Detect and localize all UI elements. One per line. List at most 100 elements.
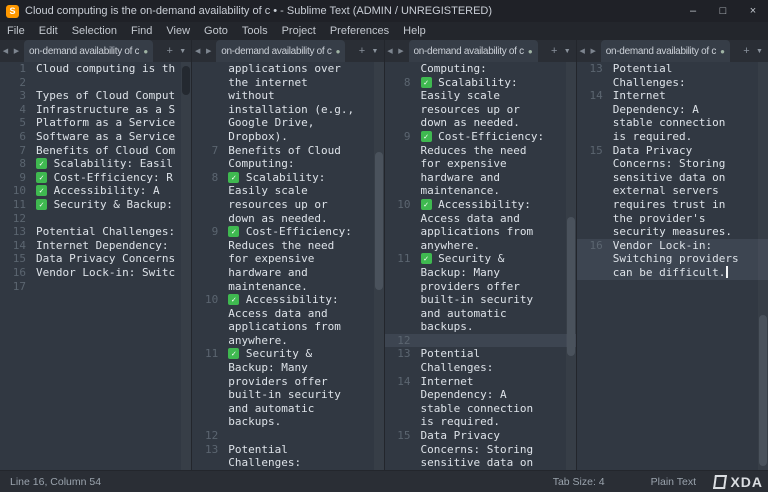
new-tab-button[interactable]: + [548, 45, 561, 57]
code-line[interactable]: Challenges: [192, 456, 383, 470]
code-line[interactable]: 13Potential [385, 347, 576, 361]
code-line[interactable]: security measures. [577, 225, 768, 239]
code-line[interactable]: sensitive data on [577, 171, 768, 185]
code-line[interactable]: 12 [0, 212, 191, 226]
code-line[interactable]: stable connection [577, 116, 768, 130]
code-line[interactable]: 12 [385, 334, 576, 348]
code-line[interactable]: Concerns: Storing [577, 157, 768, 171]
code-line[interactable]: 8✓ Scalability: [192, 171, 383, 185]
code-line[interactable]: 8✓ Scalability: [385, 76, 576, 90]
new-tab-button[interactable]: + [356, 45, 369, 57]
code-line[interactable]: 17 [0, 280, 191, 294]
code-line[interactable]: 9✓ Cost-Efficiency: R [0, 171, 191, 185]
code-line[interactable]: Google Drive, [192, 116, 383, 130]
code-line[interactable]: 7Benefits of Cloud Com [0, 144, 191, 158]
menu-view[interactable]: View [159, 22, 197, 40]
code-line[interactable]: Easily scale [385, 89, 576, 103]
code-line[interactable]: 7Benefits of Cloud [192, 144, 383, 158]
tab-next-icon[interactable]: ▶ [588, 47, 599, 55]
code-line[interactable]: anywhere. [385, 239, 576, 253]
code-line[interactable]: 15Data Privacy [577, 144, 768, 158]
code-line[interactable]: 12 [192, 429, 383, 443]
code-line[interactable]: 4Infrastructure as a S [0, 103, 191, 117]
code-line[interactable]: 3Types of Cloud Comput [0, 89, 191, 103]
menu-help[interactable]: Help [396, 22, 433, 40]
editor-view[interactable]: 13PotentialChallenges:14InternetDependen… [577, 62, 768, 470]
code-line[interactable]: 6Software as a Service [0, 130, 191, 144]
code-line[interactable]: resources up or [192, 198, 383, 212]
new-tab-button[interactable]: + [740, 45, 753, 57]
code-line[interactable]: sensitive data on [385, 456, 576, 470]
code-line[interactable]: 14Internet [577, 89, 768, 103]
editor-view[interactable]: applications overthe internetwithoutinst… [192, 62, 383, 470]
code-line[interactable]: 10✓ Accessibility: [192, 293, 383, 307]
scrollbar-thumb[interactable] [375, 152, 383, 291]
close-button[interactable]: × [738, 0, 768, 22]
tab-overflow-button[interactable]: ▼ [176, 48, 189, 55]
code-line[interactable]: the provider's [577, 212, 768, 226]
code-line[interactable]: 11✓ Security & Backup: [0, 198, 191, 212]
code-line[interactable]: 16Vendor Lock-in: Switc [0, 266, 191, 280]
code-line[interactable]: down as needed. [192, 212, 383, 226]
code-line[interactable]: 13Potential [577, 62, 768, 76]
tab-overflow-button[interactable]: ▼ [753, 48, 766, 55]
code-line[interactable]: Switching providers [577, 252, 768, 266]
code-line[interactable]: 14Internet Dependency: [0, 239, 191, 253]
tab-next-icon[interactable]: ▶ [11, 47, 22, 55]
code-line[interactable]: hardware and [192, 266, 383, 280]
code-line[interactable]: applications over [192, 62, 383, 76]
code-line[interactable]: 15Data Privacy Concerns [0, 252, 191, 266]
code-line[interactable]: 9✓ Cost-Efficiency: [385, 130, 576, 144]
code-line[interactable]: without [192, 89, 383, 103]
code-line[interactable]: can be difficult. [577, 266, 768, 280]
code-line[interactable]: 9✓ Cost-Efficiency: [192, 225, 383, 239]
code-line[interactable]: installation (e.g., [192, 103, 383, 117]
file-tab[interactable]: on-demand availability of c● [409, 40, 538, 62]
code-line[interactable]: anywhere. [192, 334, 383, 348]
code-line[interactable]: 5Platform as a Service [0, 116, 191, 130]
code-line[interactable]: and automatic [385, 307, 576, 321]
code-line[interactable]: applications from [385, 225, 576, 239]
tab-next-icon[interactable]: ▶ [203, 47, 214, 55]
menu-find[interactable]: Find [124, 22, 159, 40]
menu-goto[interactable]: Goto [197, 22, 235, 40]
menu-file[interactable]: File [0, 22, 32, 40]
code-line[interactable]: is required. [577, 130, 768, 144]
code-line[interactable]: and automatic [192, 402, 383, 416]
code-line[interactable]: applications from [192, 320, 383, 334]
menu-tools[interactable]: Tools [235, 22, 275, 40]
code-line[interactable]: Backup: Many [385, 266, 576, 280]
code-line[interactable]: 8✓ Scalability: Easil [0, 157, 191, 171]
code-line[interactable]: down as needed. [385, 116, 576, 130]
code-line[interactable]: Reduces the need [385, 144, 576, 158]
code-line[interactable]: 1Cloud computing is th [0, 62, 191, 76]
code-line[interactable]: 16Vendor Lock-in: [577, 239, 768, 253]
code-line[interactable]: backups. [192, 415, 383, 429]
new-tab-button[interactable]: + [163, 45, 176, 57]
code-line[interactable]: for expensive [385, 157, 576, 171]
title-bar[interactable]: S Cloud computing is the on-demand avail… [0, 0, 768, 22]
code-line[interactable]: providers offer [385, 280, 576, 294]
menu-preferences[interactable]: Preferences [323, 22, 396, 40]
code-line[interactable]: Computing: [385, 62, 576, 76]
editor-view[interactable]: 1Cloud computing is th23Types of Cloud C… [0, 62, 191, 470]
file-tab[interactable]: on-demand availability of c● [24, 40, 153, 62]
tab-prev-icon[interactable]: ◀ [192, 47, 203, 55]
scrollbar-thumb[interactable] [182, 66, 190, 95]
code-line[interactable]: Backup: Many [192, 361, 383, 375]
tab-next-icon[interactable]: ▶ [396, 47, 407, 55]
code-line[interactable]: the internet [192, 76, 383, 90]
vertical-scrollbar[interactable] [181, 62, 191, 470]
vertical-scrollbar[interactable] [566, 62, 576, 470]
code-line[interactable]: Reduces the need [192, 239, 383, 253]
code-line[interactable]: backups. [385, 320, 576, 334]
code-line[interactable]: 13Potential [192, 443, 383, 457]
code-line[interactable]: Computing: [192, 157, 383, 171]
code-line[interactable]: Dropbox). [192, 130, 383, 144]
code-line[interactable]: 10✓ Accessibility: A [0, 184, 191, 198]
code-line[interactable]: requires trust in [577, 198, 768, 212]
code-line[interactable]: resources up or [385, 103, 576, 117]
tab-overflow-button[interactable]: ▼ [561, 48, 574, 55]
code-line[interactable]: Dependency: A [577, 103, 768, 117]
maximize-button[interactable]: □ [708, 0, 738, 22]
